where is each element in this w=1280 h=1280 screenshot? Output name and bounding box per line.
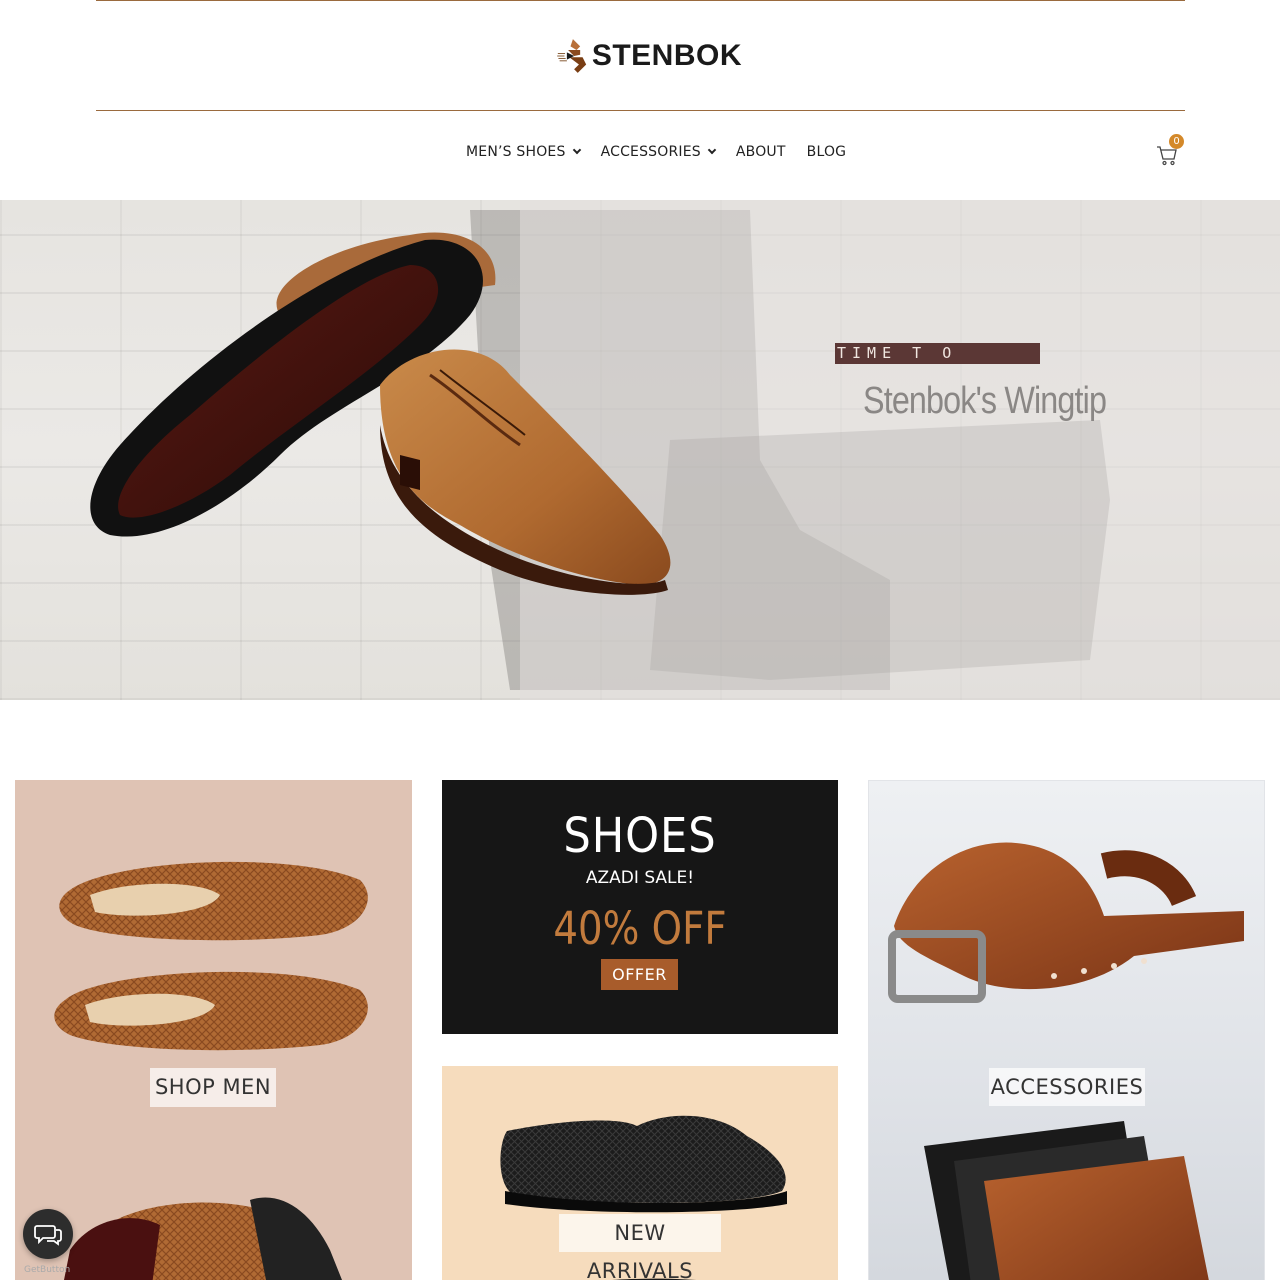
new-arrivals-label[interactable]: NEW ARRIVALS [559, 1214, 721, 1280]
nav-item-about[interactable]: ABOUT [736, 144, 786, 160]
cart-count-badge: 0 [1169, 134, 1184, 149]
shop-men-label[interactable]: SHOP MEN [150, 1068, 276, 1107]
nav-item-label: ACCESSORIES [600, 144, 701, 160]
nav-item-mens-shoes[interactable]: MEN’S SHOES [466, 144, 581, 160]
accessories-card[interactable]: ACCESSORIES [868, 780, 1265, 1280]
shop-men-card[interactable]: SHOP MEN [15, 780, 412, 1280]
logo-mark-icon [557, 39, 587, 73]
chat-widget-label: GetButton [24, 1265, 71, 1275]
hero-title: Stenbok's Wingtip [863, 380, 1107, 422]
chat-button[interactable] [23, 1209, 73, 1259]
chat-bubbles-icon [34, 1225, 62, 1246]
chevron-down-icon [707, 145, 717, 155]
header-nav-divider [96, 110, 1185, 111]
brand-logo[interactable]: STENBOK [556, 25, 742, 87]
offer-button[interactable]: OFFER [601, 959, 678, 990]
woven-loafers-image [54, 861, 368, 1280]
new-arrivals-card[interactable]: NEW ARRIVALS [442, 1066, 838, 1280]
hero-tagline: TIME T O [835, 343, 1040, 364]
belt-and-wallets-image [888, 842, 1244, 1280]
nav-item-label: BLOG [806, 144, 847, 160]
hero-banner: TIME T O Stenbok's Wingtip [0, 200, 1280, 700]
accessories-label[interactable]: ACCESSORIES [989, 1068, 1145, 1106]
nav-item-accessories[interactable]: ACCESSORIES [600, 144, 717, 160]
shoes-sale-card[interactable]: SHOES AZADI SALE! 40% OFF OFFER [442, 780, 838, 1034]
nav-item-blog[interactable]: BLOG [807, 144, 847, 160]
sale-discount: 40% OFF [553, 902, 727, 955]
main-nav: MEN’S SHOES ACCESSORIES ABOUT BLOG [466, 144, 846, 160]
nav-item-label: ABOUT [735, 144, 786, 160]
sale-title: SHOES [563, 808, 717, 864]
sale-subtitle: AZADI SALE! [585, 868, 695, 888]
wingtip-shoes-image [90, 232, 671, 595]
brand-name: STENBOK [591, 39, 742, 72]
header-top-divider [96, 0, 1185, 1]
nav-item-label: MEN’S SHOES [466, 144, 566, 160]
chevron-down-icon [572, 145, 581, 155]
